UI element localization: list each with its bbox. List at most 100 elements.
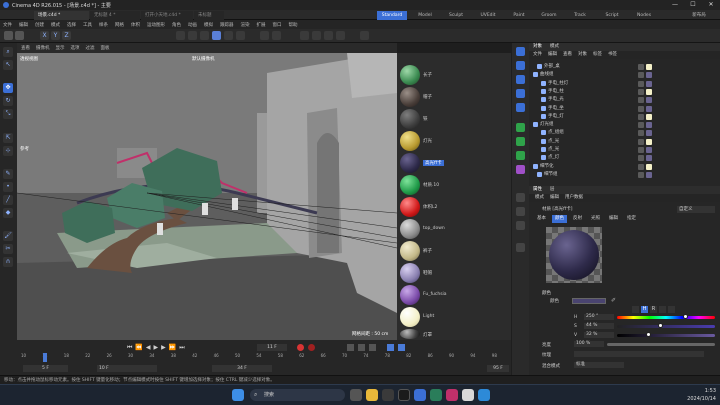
current-frame-field[interactable]: 11 F: [257, 344, 287, 351]
camera-icon[interactable]: [516, 193, 525, 202]
material-tag-icon[interactable]: [646, 113, 652, 120]
sky-icon[interactable]: [516, 243, 525, 252]
h-slider[interactable]: [617, 316, 715, 319]
material-name[interactable]: Light: [423, 314, 434, 319]
material-name[interactable]: 灯罩: [423, 332, 432, 338]
texture-field[interactable]: [574, 351, 704, 357]
maximize-icon[interactable]: ☐: [684, 0, 702, 10]
z-axis-icon[interactable]: Z: [62, 31, 71, 40]
visibility-icon[interactable]: [638, 88, 644, 95]
new-layout-button[interactable]: 新布局: [683, 11, 715, 20]
brightness-slider[interactable]: [607, 343, 715, 346]
layout-uvedit[interactable]: UVEdit: [474, 11, 502, 20]
object-row[interactable]: 手电_坐: [534, 105, 720, 113]
paint-icon[interactable]: 🖌: [3, 231, 13, 241]
render-icon[interactable]: [188, 31, 197, 40]
pen-icon[interactable]: [224, 31, 233, 40]
menu-simulate[interactable]: 模拟: [204, 22, 213, 28]
tab-objects[interactable]: 对象: [533, 43, 542, 51]
app-icon[interactable]: [414, 389, 426, 401]
layout-standard[interactable]: Standard: [377, 11, 407, 20]
layout-paint[interactable]: Paint: [507, 11, 531, 20]
layout-track[interactable]: Track: [567, 11, 593, 20]
tab-attributes[interactable]: 属性: [533, 186, 542, 194]
visibility-icon[interactable]: [638, 97, 644, 104]
visibility-icon[interactable]: [638, 130, 644, 137]
material-tag-icon[interactable]: [646, 80, 652, 87]
visibility-icon[interactable]: [638, 171, 644, 178]
material-swatch[interactable]: [400, 307, 420, 327]
go-to-start-icon[interactable]: ⏮: [127, 344, 132, 352]
record-icon[interactable]: [297, 344, 304, 351]
axis-icon[interactable]: ⊹: [3, 146, 13, 156]
menu-tools[interactable]: 工具: [83, 22, 92, 28]
close-icon[interactable]: ✕: [702, 0, 720, 10]
magnet-icon[interactable]: ∩: [3, 257, 13, 267]
visibility-icon[interactable]: [638, 113, 644, 120]
material-tag-icon[interactable]: [646, 155, 652, 162]
material-name[interactable]: 鞋帽: [423, 270, 432, 276]
render-view-icon[interactable]: [176, 31, 185, 40]
workplane-icon[interactable]: [324, 31, 333, 40]
h-slider-knob[interactable]: [682, 314, 688, 319]
rgb-mode-icon[interactable]: R: [650, 306, 657, 313]
menu-file[interactable]: 文件: [3, 22, 12, 28]
spline-icon[interactable]: [516, 61, 525, 70]
attr-menu-userdata[interactable]: 用户数据: [565, 194, 583, 202]
app-icon[interactable]: [446, 389, 458, 401]
zoom-icon[interactable]: ⌕: [3, 47, 13, 57]
material-tag-icon[interactable]: [646, 163, 652, 170]
subtab-illumination[interactable]: 光照: [588, 215, 603, 223]
3d-viewport[interactable]: 透视视图 默认摄像机 参考 网格间距 : 50 cm: [17, 53, 397, 340]
deformer-icon[interactable]: [516, 123, 525, 132]
mix-mode-dropdown[interactable]: 标准: [574, 362, 624, 368]
pla-icon[interactable]: [387, 344, 394, 351]
camera-icon[interactable]: [260, 31, 269, 40]
visibility-icon[interactable]: [638, 163, 644, 170]
field-icon[interactable]: [516, 165, 525, 174]
material-tag-icon[interactable]: [646, 171, 652, 178]
param-icon[interactable]: [398, 344, 405, 351]
visibility-icon[interactable]: [638, 138, 644, 145]
autokey-icon[interactable]: [308, 344, 315, 351]
brightness-value-field[interactable]: 100 %: [574, 341, 604, 347]
app-icon[interactable]: [382, 389, 394, 401]
timeline-field-start[interactable]: 5 F: [23, 365, 68, 372]
visibility-icon[interactable]: [638, 147, 644, 153]
transform-icon[interactable]: ⇱: [3, 133, 13, 143]
visibility-icon[interactable]: [638, 105, 644, 112]
subtab-assign[interactable]: 指定: [624, 215, 639, 223]
knife-icon[interactable]: ✂: [3, 244, 13, 254]
material-tag-icon[interactable]: [646, 105, 652, 112]
cube-icon[interactable]: [212, 31, 221, 40]
object-row[interactable]: 点_组组: [534, 129, 720, 137]
go-to-end-icon[interactable]: ⏭: [179, 344, 184, 352]
layout-sculpt[interactable]: Sculpt: [443, 11, 469, 20]
menu-extensions[interactable]: 扩展: [257, 22, 266, 28]
null-icon[interactable]: [516, 103, 525, 112]
material-name[interactable]: 裤子: [423, 248, 432, 254]
material-tag-icon[interactable]: [646, 64, 652, 70]
object-row[interactable]: 手电_光: [534, 96, 720, 104]
material-swatch[interactable]: [400, 87, 420, 107]
menu-create[interactable]: 创建: [35, 22, 44, 28]
obj-menu-object[interactable]: 对象: [578, 51, 587, 59]
undo-icon[interactable]: [4, 31, 13, 40]
material-tag-icon[interactable]: [646, 72, 652, 79]
play-icon[interactable]: ▶: [154, 344, 159, 352]
tab-takes[interactable]: 模式: [550, 43, 559, 51]
material-tag-icon[interactable]: [646, 88, 652, 95]
brush-icon[interactable]: ✎: [3, 169, 13, 179]
material-swatch[interactable]: [400, 263, 420, 283]
h-value-field[interactable]: 250 °: [584, 314, 614, 320]
material-name[interactable]: 体积L2: [423, 204, 437, 210]
menu-select[interactable]: 选择: [67, 22, 76, 28]
task-view-icon[interactable]: [350, 389, 362, 401]
material-swatch-selected[interactable]: [400, 153, 420, 173]
keyframe-icon[interactable]: [369, 344, 376, 351]
menu-render[interactable]: 渲染: [241, 22, 250, 28]
vp-menu-options[interactable]: 选项: [71, 45, 80, 51]
points-mode-icon[interactable]: •: [3, 182, 13, 192]
scale-icon[interactable]: ⤡: [3, 109, 13, 119]
prev-key-icon[interactable]: ⏪: [135, 344, 142, 352]
